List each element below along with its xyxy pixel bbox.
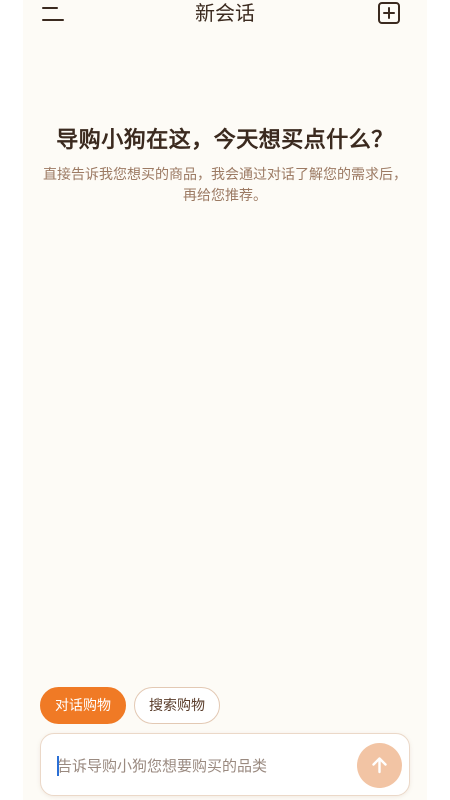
search-shopping-chip[interactable]: 搜索购物 bbox=[134, 687, 220, 724]
welcome-title: 导购小狗在这，今天想买点什么？ bbox=[56, 128, 394, 153]
shopping-mode-switch: 对话购物 搜索购物 bbox=[40, 687, 220, 724]
chat-screen: 新会话 导购小狗在这，今天想买点什么？ 直接告诉我您想买的商品，我会通过对话了解… bbox=[23, 0, 427, 800]
send-button[interactable] bbox=[357, 743, 402, 788]
welcome-subtitle: 直接告诉我您想买的商品，我会通过对话了解您的需求后，再给您推荐。 bbox=[43, 167, 407, 204]
message-input[interactable]: 告诉导购小狗您想要购买的品类 bbox=[40, 733, 410, 796]
arrow-up-icon bbox=[372, 757, 387, 774]
text-cursor bbox=[57, 756, 59, 776]
plus-square-icon-graphic bbox=[378, 2, 400, 24]
plus-square-icon[interactable] bbox=[377, 1, 401, 25]
page-title: 新会话 bbox=[195, 1, 255, 25]
input-placeholder: 告诉导购小狗您想要购买的品类 bbox=[57, 757, 268, 775]
header: 新会话 bbox=[23, 0, 427, 30]
chat-shopping-chip[interactable]: 对话购物 bbox=[40, 687, 126, 724]
